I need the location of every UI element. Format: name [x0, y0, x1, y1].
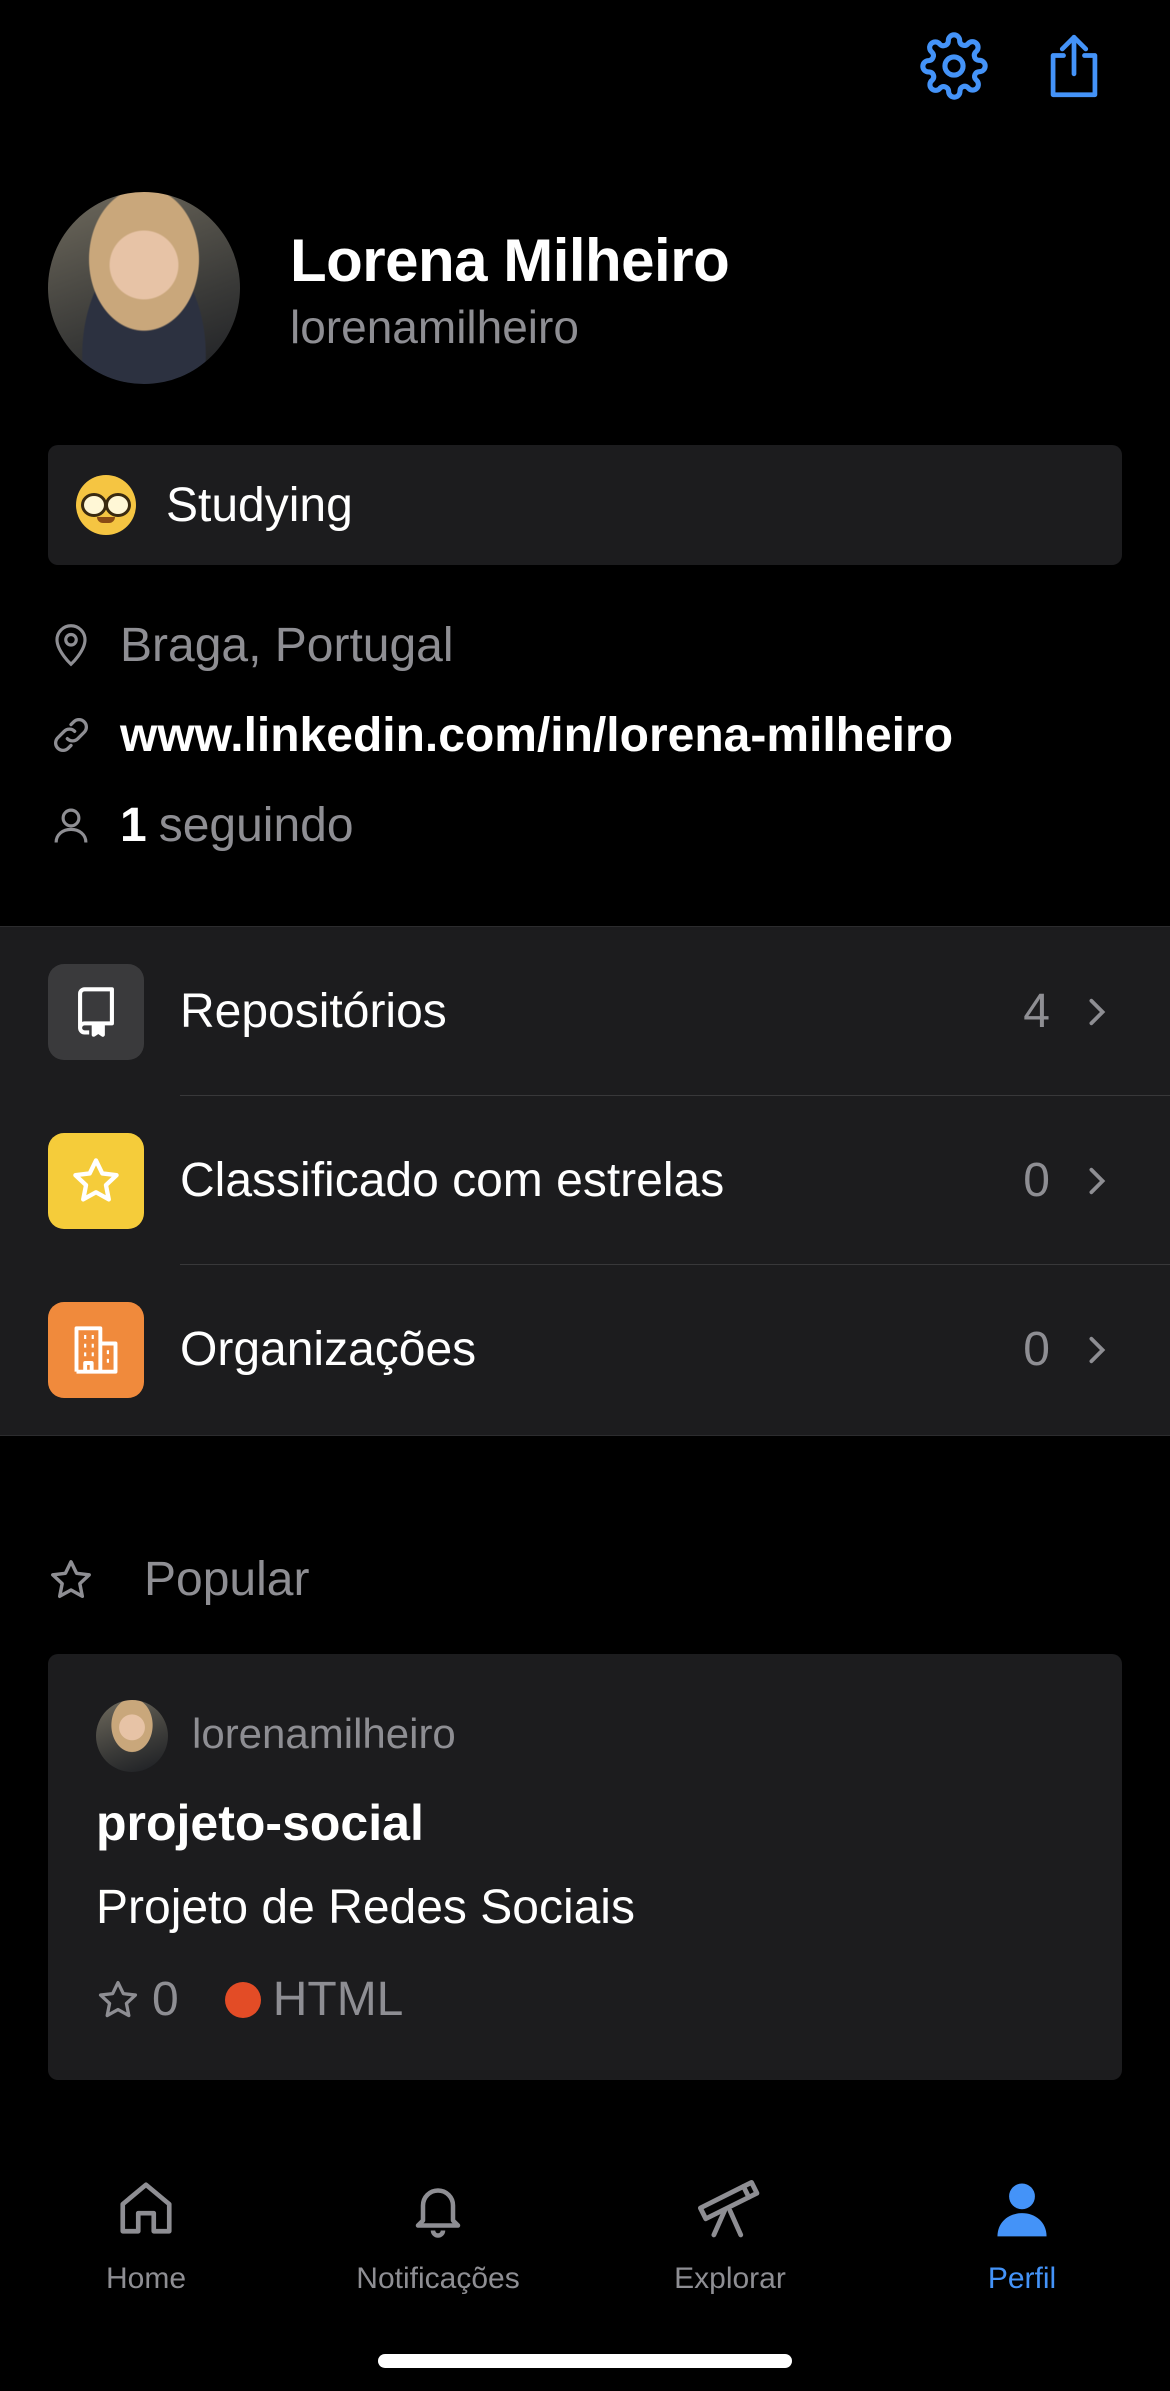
menu-item-label: Classificado com estrelas: [180, 1154, 725, 1207]
home-icon: [106, 2168, 186, 2248]
top-bar: [0, 0, 1170, 140]
telescope-icon: [690, 2168, 770, 2248]
share-icon: [1050, 34, 1098, 98]
repo-name: projeto-social: [96, 1795, 424, 1851]
menu-item-count: 4: [1023, 985, 1050, 1038]
status-button[interactable]: Studying: [48, 445, 1122, 565]
star-icon: [48, 1132, 144, 1229]
nerd-face-emoji-icon: [76, 475, 136, 535]
profile-name: Lorena Milheiro: [290, 227, 730, 294]
following-row[interactable]: 1 seguindo: [48, 790, 354, 860]
website-link[interactable]: www.linkedin.com/in/lorena-milheiro: [120, 708, 953, 763]
tab-home[interactable]: Home: [0, 2168, 292, 2328]
repo-star-count: 0: [152, 1973, 179, 2026]
location-pin-icon: [48, 622, 94, 668]
popular-repo-card[interactable]: lorenamilheiro projeto-social Projeto de…: [48, 1654, 1122, 2080]
language-color-dot: [224, 1981, 261, 2018]
organization-icon: [48, 1301, 144, 1398]
bell-icon: [398, 2168, 478, 2248]
tab-label: Perfil: [987, 2262, 1057, 2295]
settings-button[interactable]: [918, 30, 990, 102]
menu-item-organizations[interactable]: Organizações 0: [0, 1265, 1170, 1434]
location-row: Braga, Portugal: [48, 610, 454, 680]
repo-owner: lorenamilheiro: [192, 1710, 456, 1757]
menu-item-count: 0: [1023, 1323, 1050, 1376]
share-button[interactable]: [1038, 30, 1110, 102]
menu-item-label: Organizações: [180, 1323, 477, 1376]
menu-item-count: 0: [1023, 1154, 1050, 1207]
menu-item-starred[interactable]: Classificado com estrelas 0: [0, 1096, 1170, 1265]
tab-bar: Home Notificações Explorar Perfil: [0, 2130, 1170, 2391]
status-text: Studying: [166, 478, 353, 532]
tab-label: Home: [105, 2262, 187, 2295]
popular-title: Popular: [144, 1553, 310, 1606]
star-outline-icon: [98, 1980, 138, 2017]
link-icon: [48, 712, 94, 758]
star-outline-icon: [48, 1557, 94, 1603]
chevron-right-icon: [1082, 997, 1112, 1027]
profile-login: lorenamilheiro: [290, 301, 579, 353]
chevron-right-icon: [1082, 1335, 1112, 1365]
person-icon: [982, 2168, 1062, 2248]
website-row[interactable]: www.linkedin.com/in/lorena-milheiro: [48, 700, 953, 770]
profile-header: Lorena Milheiro lorenamilheiro: [48, 190, 1122, 390]
repo-description: Projeto de Redes Sociais: [96, 1881, 635, 1934]
following-label: seguindo: [158, 798, 354, 852]
tab-label: Explorar: [674, 2262, 786, 2295]
repo-language: HTML: [272, 1973, 404, 2026]
tab-profile[interactable]: Perfil: [876, 2168, 1168, 2328]
popular-section-header: Popular: [48, 1552, 309, 1607]
menu-item-label: Repositórios: [180, 985, 447, 1038]
person-icon: [48, 802, 94, 848]
gear-icon: [920, 32, 988, 100]
location-text: Braga, Portugal: [120, 618, 454, 672]
repo-icon: [48, 963, 144, 1060]
profile-menu-list: Repositórios 4 Classificado com estrelas…: [0, 926, 1170, 1436]
following-count: 1: [120, 798, 147, 852]
tab-label: Notificações: [356, 2262, 520, 2295]
tab-notifications[interactable]: Notificações: [292, 2168, 584, 2328]
menu-item-repositories[interactable]: Repositórios 4: [0, 927, 1170, 1096]
tab-explore[interactable]: Explorar: [584, 2168, 876, 2328]
home-indicator: [378, 2354, 792, 2368]
avatar[interactable]: [48, 192, 240, 384]
chevron-right-icon: [1082, 1166, 1112, 1196]
owner-avatar: [96, 1700, 168, 1772]
repo-stats: 0 HTML: [96, 1972, 403, 2027]
